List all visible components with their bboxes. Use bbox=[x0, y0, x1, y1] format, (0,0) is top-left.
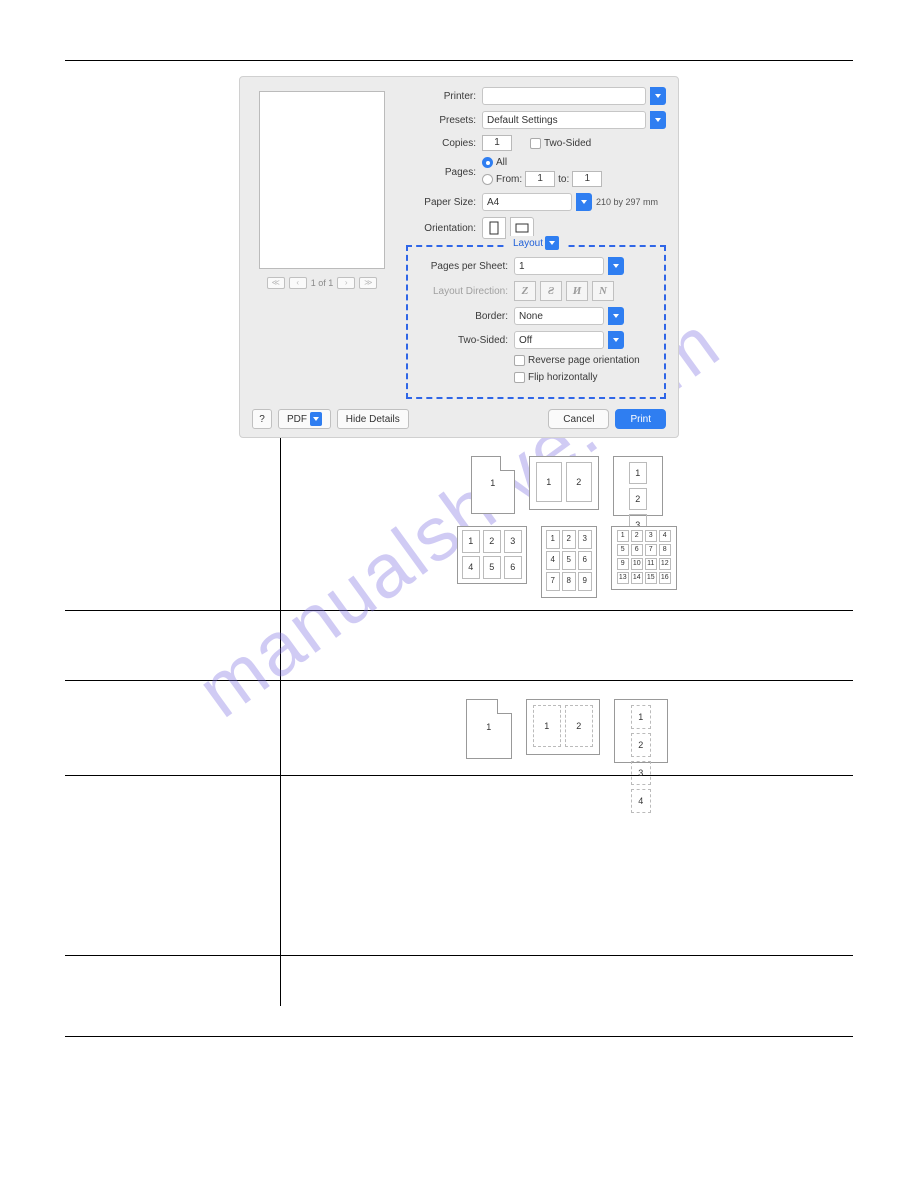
pps-diagrams: 1 12 1234 123456 123456789 1234567891011… bbox=[295, 456, 840, 598]
two-sided-checkbox[interactable]: Two-Sided bbox=[530, 138, 591, 149]
hide-details-button[interactable]: Hide Details bbox=[337, 409, 409, 429]
preview-column: ≪ ‹ 1 of 1 › ≫ bbox=[252, 87, 392, 399]
pages-all-radio[interactable]: All bbox=[482, 157, 507, 168]
papersize-label: Paper Size: bbox=[406, 197, 482, 208]
table-row bbox=[65, 611, 853, 681]
layoutdir-label: Layout Direction: bbox=[418, 286, 514, 297]
select-arrow-icon[interactable] bbox=[608, 257, 624, 275]
preview-pager: ≪ ‹ 1 of 1 › ≫ bbox=[252, 277, 392, 289]
pages-to-input[interactable]: 1 bbox=[572, 171, 602, 187]
twosided2-select[interactable]: Off bbox=[514, 331, 604, 349]
presets-label: Presets: bbox=[406, 115, 482, 126]
print-dialog: ≪ ‹ 1 of 1 › ≫ Printer: Presets: bbox=[239, 76, 679, 438]
select-arrow-icon[interactable] bbox=[650, 111, 666, 129]
pager-first-button[interactable]: ≪ bbox=[267, 277, 285, 289]
table-row: 1 12 1234 123456 123456789 1234567891011… bbox=[65, 438, 853, 611]
pager-text: 1 of 1 bbox=[311, 278, 334, 288]
select-arrow-icon[interactable] bbox=[608, 331, 624, 349]
reverse-checkbox[interactable]: Reverse page orientation bbox=[514, 355, 640, 366]
copies-input[interactable]: 1 bbox=[482, 135, 512, 151]
printer-select[interactable] bbox=[482, 87, 646, 105]
pages-from-radio[interactable]: From: 1 to: 1 bbox=[482, 171, 602, 187]
print-button[interactable]: Print bbox=[615, 409, 666, 429]
presets-select[interactable]: Default Settings bbox=[482, 111, 646, 129]
papersize-select[interactable]: A4 bbox=[482, 193, 572, 211]
select-arrow-icon[interactable] bbox=[576, 193, 592, 211]
copies-label: Copies: bbox=[406, 138, 482, 149]
select-arrow-icon[interactable] bbox=[650, 87, 666, 105]
orientation-portrait-button[interactable] bbox=[482, 217, 506, 239]
pdf-button[interactable]: PDF bbox=[278, 409, 331, 429]
pager-prev-button[interactable]: ‹ bbox=[289, 277, 307, 289]
table-row: 1 12 1234 bbox=[65, 681, 853, 776]
papersize-dims: 210 by 297 mm bbox=[596, 197, 658, 207]
layout-dir-button[interactable]: N bbox=[592, 281, 614, 301]
flip-checkbox[interactable]: Flip horizontally bbox=[514, 372, 597, 383]
orientation-label: Orientation: bbox=[406, 223, 482, 234]
cancel-button[interactable]: Cancel bbox=[548, 409, 609, 429]
section-select[interactable]: Layout bbox=[507, 236, 565, 250]
options-table: 1 12 1234 123456 123456789 1234567891011… bbox=[65, 438, 853, 1006]
layout-dir-button[interactable]: Z bbox=[514, 281, 536, 301]
border-select[interactable]: None bbox=[514, 307, 604, 325]
pages-label: Pages: bbox=[406, 167, 482, 178]
pager-last-button[interactable]: ≫ bbox=[359, 277, 377, 289]
border-diagrams: 1 12 1234 bbox=[295, 699, 840, 763]
pps-label: Pages per Sheet: bbox=[418, 261, 514, 272]
table-row bbox=[65, 956, 853, 1006]
twosided2-label: Two-Sided: bbox=[418, 335, 514, 346]
table-row bbox=[65, 776, 853, 956]
layout-section: Layout Pages per Sheet: 1 Layout Directi… bbox=[406, 245, 666, 399]
printer-label: Printer: bbox=[406, 91, 482, 102]
preview-page bbox=[259, 91, 385, 269]
layout-dir-button[interactable]: И bbox=[566, 281, 588, 301]
layout-dir-button[interactable]: Ƨ bbox=[540, 281, 562, 301]
pages-to-label: to: bbox=[558, 174, 569, 185]
select-arrow-icon[interactable] bbox=[608, 307, 624, 325]
pages-from-input[interactable]: 1 bbox=[525, 171, 555, 187]
pager-next-button[interactable]: › bbox=[337, 277, 355, 289]
border-label: Border: bbox=[418, 311, 514, 322]
help-button[interactable]: ? bbox=[252, 409, 272, 429]
pps-select[interactable]: 1 bbox=[514, 257, 604, 275]
